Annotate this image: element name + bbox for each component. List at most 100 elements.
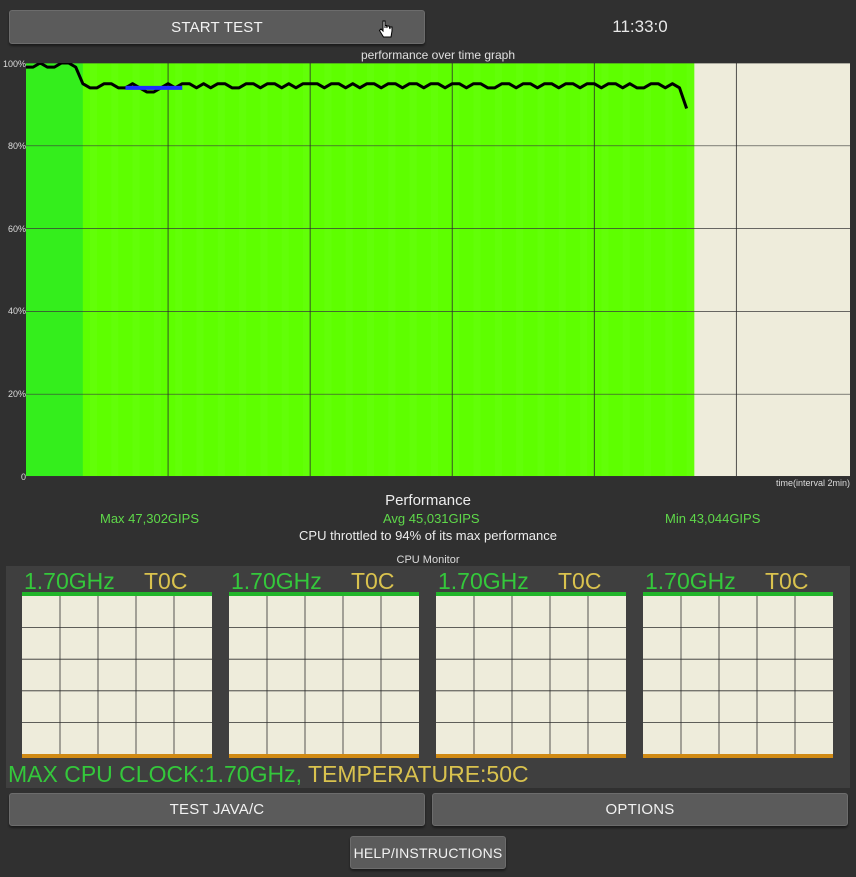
core-top-bar — [22, 592, 212, 596]
perf-bar — [260, 63, 269, 477]
perf-bar — [445, 63, 453, 477]
perf-bar — [189, 63, 198, 477]
perf-bar — [366, 63, 375, 477]
perf-bar — [281, 63, 290, 477]
perf-bar — [580, 63, 588, 477]
perf-bar — [160, 63, 169, 477]
perf-bar — [452, 63, 460, 477]
help-instructions-button[interactable]: HELP/INSTRUCTIONS — [350, 836, 506, 869]
perf-bar — [125, 63, 134, 477]
perf-bar — [509, 63, 517, 477]
perf-bar — [572, 63, 581, 477]
perf-bar — [352, 63, 361, 477]
core-bottom-bar — [22, 754, 212, 758]
core-top-bar — [436, 592, 626, 596]
perf-bar — [26, 63, 34, 477]
perf-bar — [622, 63, 631, 477]
test-java-c-button[interactable]: TEST JAVA/C — [9, 793, 425, 826]
perf-bar — [118, 63, 127, 477]
cpu-core-1: 1.70GHz T0C — [22, 566, 212, 762]
perf-bar — [430, 63, 439, 477]
core-usage-graph — [436, 592, 626, 758]
perf-bar — [565, 63, 574, 477]
y-tick-label: 100% — [2, 59, 26, 69]
perf-bar — [374, 63, 382, 477]
perf-bar — [516, 63, 524, 477]
core-bottom-bar — [229, 754, 419, 758]
y-tick-label: 40% — [7, 306, 26, 316]
perf-bar — [310, 63, 318, 477]
perf-bar — [544, 63, 553, 477]
core-usage-graph — [643, 592, 833, 758]
perf-bar — [466, 63, 475, 477]
perf-bar — [33, 63, 41, 477]
y-tick-label: 20% — [7, 389, 26, 399]
perf-bar — [409, 63, 418, 477]
core-graph-bg — [229, 596, 419, 754]
perf-bar — [658, 63, 666, 477]
perf-bar — [196, 63, 205, 477]
core-temperature: T0C — [351, 568, 395, 594]
perf-bar — [551, 63, 560, 477]
perf-bar — [303, 63, 311, 477]
perf-bar — [381, 63, 389, 477]
min-performance: Min 43,044GIPS — [665, 511, 761, 526]
perf-bar — [608, 63, 617, 477]
perf-bar — [89, 63, 98, 477]
perf-bar — [359, 63, 368, 477]
perf-bar — [232, 63, 240, 477]
cpu-core-3: 1.70GHz T0C — [436, 566, 626, 762]
hand-cursor-icon — [378, 20, 394, 45]
perf-bar — [75, 63, 84, 477]
perf-bar — [175, 63, 183, 477]
perf-bar — [111, 63, 119, 477]
perf-bar — [210, 63, 219, 477]
perf-bar — [40, 63, 48, 477]
core-frequency: 1.70GHz — [645, 568, 736, 594]
perf-bar — [438, 63, 446, 477]
core-usage-graph — [22, 592, 212, 758]
start-test-button[interactable]: START TEST — [9, 10, 425, 44]
max-cpu-clock: MAX CPU CLOCK:1.70GHz, — [8, 761, 302, 787]
perf-bar — [104, 63, 112, 477]
max-performance: Max 47,302GIPS — [100, 511, 199, 526]
perf-bar — [665, 63, 674, 477]
core-graph-bg — [643, 596, 833, 754]
perf-bar — [182, 63, 190, 477]
cpu-monitor-title: CPU Monitor — [396, 554, 460, 566]
perf-bar — [239, 63, 247, 477]
perf-bar — [331, 63, 340, 477]
options-button[interactable]: OPTIONS — [432, 793, 848, 826]
x-axis-label: time(interval 2min) — [775, 478, 850, 488]
perf-bar — [558, 63, 567, 477]
perf-bar — [146, 63, 155, 477]
perf-bar — [97, 63, 105, 477]
perf-bar — [473, 63, 482, 477]
perf-bar — [523, 63, 531, 477]
perf-bar — [672, 63, 681, 477]
y-tick-label: 80% — [7, 141, 26, 151]
y-tick-label: 0 — [20, 472, 26, 482]
perf-bar — [139, 63, 148, 477]
perf-bar — [395, 63, 404, 477]
core-top-bar — [229, 592, 419, 596]
perf-bar — [295, 63, 304, 477]
perf-bar — [203, 63, 212, 477]
clock-display: 11:33:0 — [612, 17, 668, 36]
perf-bar — [530, 63, 539, 477]
perf-bar — [416, 63, 425, 477]
perf-bar — [594, 63, 602, 477]
perf-bar — [317, 63, 325, 477]
perf-bar — [224, 63, 233, 477]
perf-bar — [338, 63, 347, 477]
graph-title: performance over time graph — [360, 48, 516, 62]
core-temperature: T0C — [558, 568, 602, 594]
perf-bar — [217, 63, 226, 477]
perf-bar — [345, 63, 354, 477]
core-bottom-bar — [436, 754, 626, 758]
core-temperature: T0C — [765, 568, 809, 594]
performance-graph — [26, 63, 850, 477]
perf-bar — [82, 63, 91, 477]
perf-bar — [615, 63, 624, 477]
core-graph-bg — [436, 596, 626, 754]
